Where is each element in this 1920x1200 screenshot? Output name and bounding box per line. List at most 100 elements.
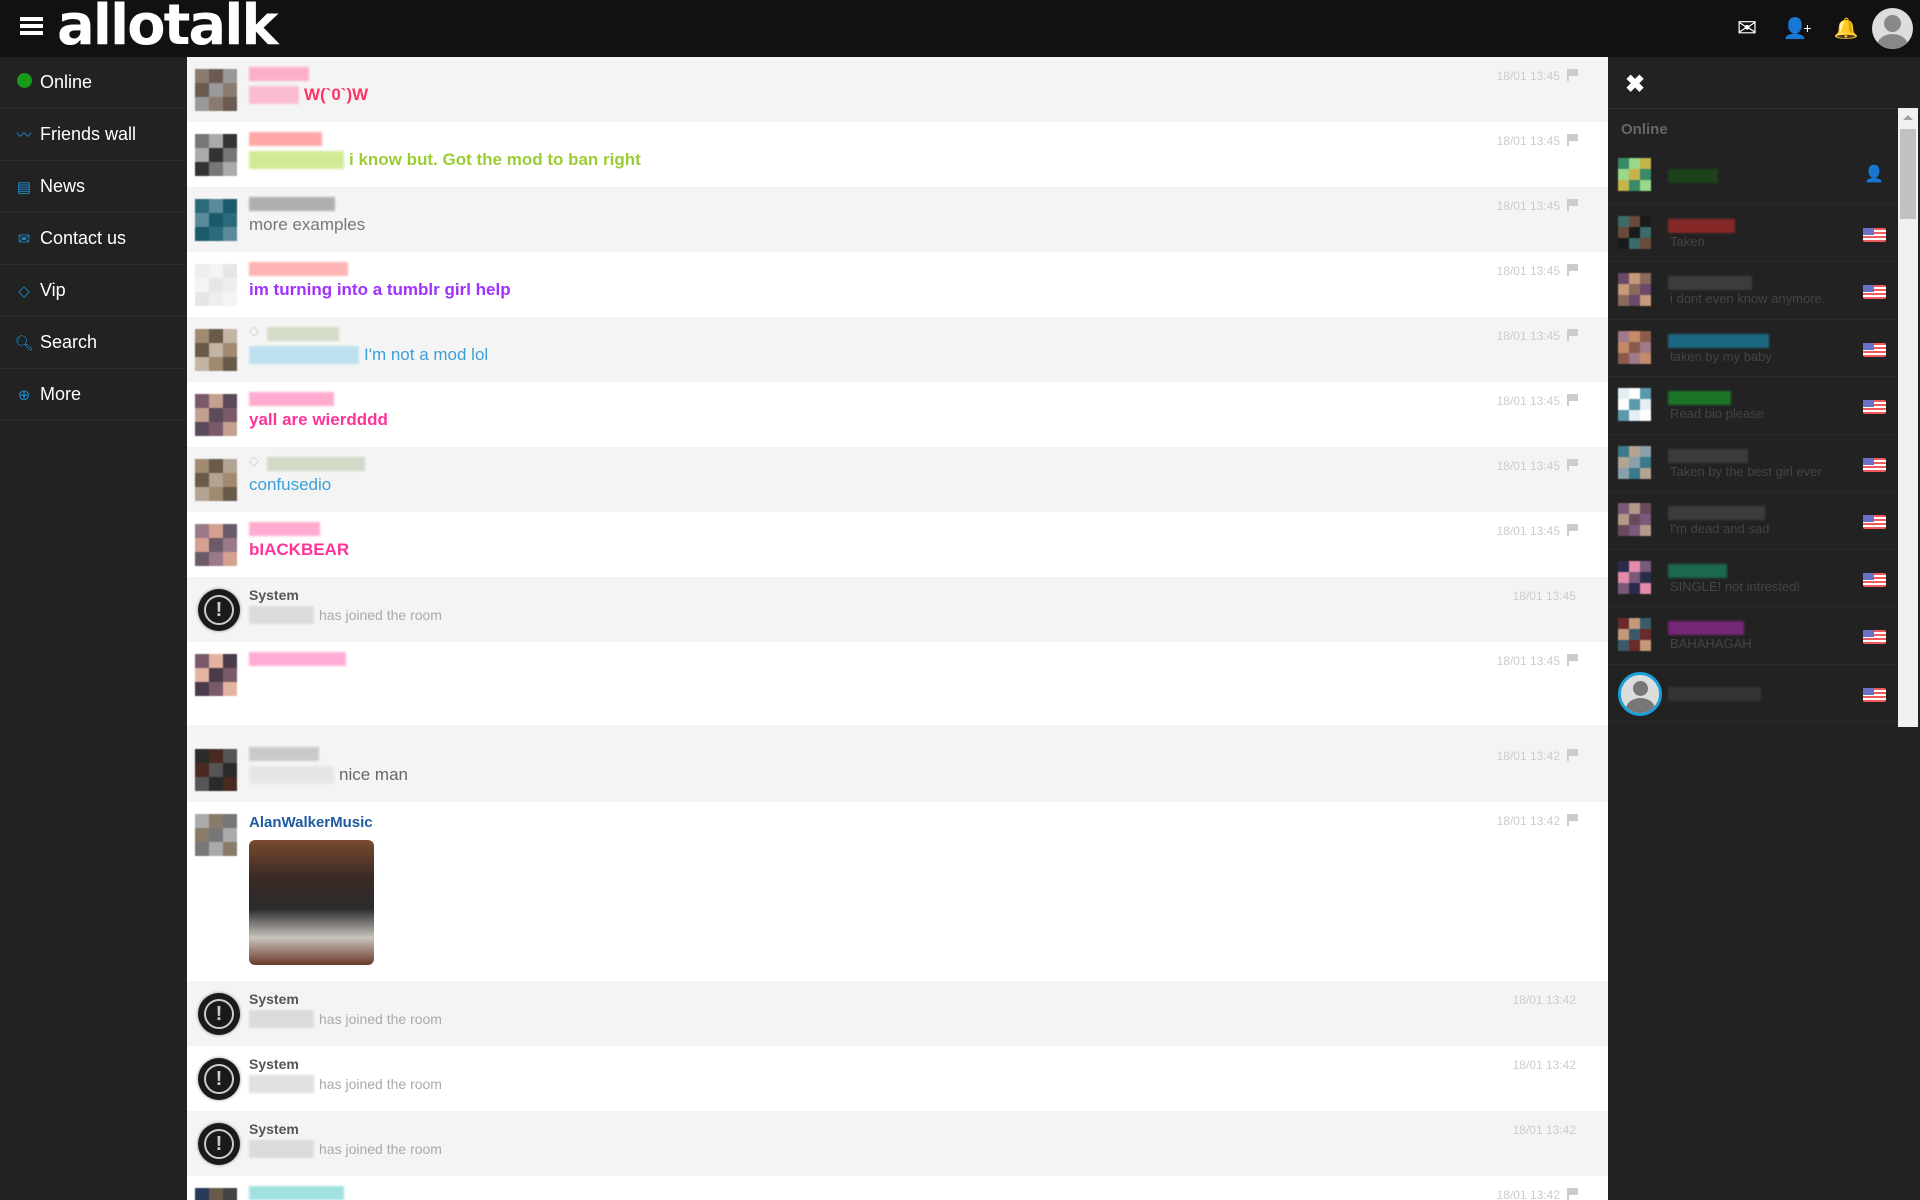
chat-message: im turning into a tumblr girl help 18/01 … bbox=[187, 252, 1608, 317]
sidebar-item-more[interactable]: ⊕ More bbox=[0, 369, 187, 421]
message-text: i know but. Got the mod to ban right bbox=[249, 150, 641, 170]
avatar[interactable] bbox=[195, 745, 237, 791]
user-list-item[interactable]: I'm dead and sad bbox=[1608, 492, 1898, 550]
default-avatar[interactable] bbox=[1618, 671, 1662, 716]
avatar[interactable] bbox=[195, 65, 237, 111]
diamond-icon: ◇ bbox=[249, 323, 259, 338]
scrollbar[interactable] bbox=[1898, 108, 1918, 727]
shared-image[interactable] bbox=[249, 840, 374, 965]
blurred-username[interactable] bbox=[267, 327, 339, 341]
avatar[interactable] bbox=[1618, 212, 1662, 262]
chat-message: bIACKBEAR 18/01 13:45 bbox=[187, 512, 1608, 577]
close-icon[interactable]: ✖ bbox=[1625, 70, 1645, 99]
avatar[interactable] bbox=[1618, 327, 1662, 377]
user-list-item[interactable]: Taken bbox=[1608, 205, 1898, 262]
system-alert-icon: ! bbox=[198, 1123, 240, 1165]
blurred-username[interactable] bbox=[249, 67, 309, 81]
add-user-icon[interactable]: 👤 + bbox=[1781, 12, 1813, 44]
scrollbar-thumb[interactable] bbox=[1900, 129, 1916, 219]
blurred-username bbox=[1668, 506, 1765, 520]
flag-icon[interactable] bbox=[1567, 329, 1578, 341]
blurred-username[interactable] bbox=[249, 197, 335, 211]
flag-icon[interactable] bbox=[1567, 654, 1578, 666]
avatar[interactable] bbox=[1618, 557, 1662, 607]
flag-icon[interactable] bbox=[1567, 69, 1578, 81]
user-list-item[interactable]: 👤 bbox=[1608, 147, 1898, 205]
envelope-icon[interactable]: ✉ bbox=[1731, 12, 1763, 44]
username[interactable]: AlanWalkerMusic bbox=[249, 814, 373, 831]
chat-message: more examples 18/01 13:45 bbox=[187, 187, 1608, 252]
timestamp: 18/01 13:45 bbox=[1496, 394, 1560, 408]
flag-icon[interactable] bbox=[1567, 134, 1578, 146]
flag-icon[interactable] bbox=[1567, 264, 1578, 276]
blurred-username[interactable] bbox=[249, 522, 320, 536]
timestamp: 18/01 13:45 bbox=[1496, 654, 1560, 668]
message-text: i know but. Got the mod to ban right bbox=[349, 150, 641, 169]
flag-icon[interactable] bbox=[1567, 524, 1578, 536]
sidebar-item-news[interactable]: ▤ News bbox=[0, 161, 187, 213]
sidebar-item-friends-wall[interactable]: 〰 Friends wall bbox=[0, 109, 187, 161]
avatar[interactable] bbox=[195, 1184, 237, 1200]
scroll-up-icon[interactable] bbox=[1903, 115, 1913, 120]
flag-icon[interactable] bbox=[1567, 394, 1578, 406]
username[interactable]: System bbox=[249, 991, 299, 1007]
avatar[interactable] bbox=[195, 260, 237, 306]
blurred-username[interactable] bbox=[249, 392, 334, 406]
username[interactable]: System bbox=[249, 587, 299, 603]
user-list-item[interactable]: SINGLE! not intrested! bbox=[1608, 550, 1898, 607]
flag-icon[interactable] bbox=[1567, 459, 1578, 471]
flag-icon[interactable] bbox=[1567, 199, 1578, 211]
username[interactable]: System bbox=[249, 1056, 299, 1072]
avatar[interactable] bbox=[195, 455, 237, 501]
avatar[interactable] bbox=[1618, 384, 1662, 434]
flag-icon[interactable] bbox=[1567, 1188, 1578, 1200]
blurred-username bbox=[249, 1075, 314, 1093]
avatar[interactable] bbox=[195, 325, 237, 371]
avatar[interactable] bbox=[1618, 442, 1662, 492]
user-list-item[interactable]: Taken by the best girl ever bbox=[1608, 435, 1898, 492]
message-text: bIACKBEAR bbox=[249, 540, 350, 559]
blurred-username[interactable] bbox=[249, 132, 322, 146]
avatar[interactable] bbox=[1618, 154, 1662, 204]
sidebar-item-vip[interactable]: ◇ Vip bbox=[0, 265, 187, 317]
divider bbox=[187, 725, 1608, 737]
user-list-item[interactable] bbox=[1608, 665, 1898, 722]
chat-message: 18/01 13:42 bbox=[187, 1176, 1608, 1200]
message-text: confusedio bbox=[249, 475, 332, 494]
blurred-username[interactable] bbox=[249, 747, 319, 761]
sidebar-item-search[interactable]: 🔍︎ Search bbox=[0, 317, 187, 369]
avatar[interactable] bbox=[195, 390, 237, 436]
message-text: im turning into a tumblr girl help bbox=[249, 280, 511, 299]
blurred-username[interactable] bbox=[267, 457, 365, 471]
message-text: has joined the room bbox=[249, 1010, 442, 1028]
blurred-username[interactable] bbox=[249, 262, 348, 276]
avatar[interactable] bbox=[1872, 8, 1913, 49]
us-flag-icon bbox=[1863, 227, 1886, 242]
user-list-item[interactable]: Read bio please bbox=[1608, 377, 1898, 435]
avatar[interactable] bbox=[1618, 269, 1662, 319]
flag-icon[interactable] bbox=[1567, 814, 1578, 826]
logo[interactable]: allotalk bbox=[57, 0, 279, 56]
username[interactable]: System bbox=[249, 1121, 299, 1137]
avatar[interactable] bbox=[195, 520, 237, 566]
user-list-item[interactable]: BAHAHAGAH bbox=[1608, 607, 1898, 665]
us-flag-icon bbox=[1863, 515, 1886, 529]
bell-icon[interactable]: 🔔 bbox=[1830, 12, 1862, 44]
system-message: ! System has joined the room 18/01 13:42 bbox=[187, 1046, 1608, 1111]
user-list-item[interactable]: taken by my baby bbox=[1608, 320, 1898, 377]
blurred-mention bbox=[249, 86, 299, 104]
flag-icon[interactable] bbox=[1567, 749, 1578, 761]
avatar[interactable] bbox=[195, 810, 237, 856]
avatar[interactable] bbox=[195, 195, 237, 241]
sidebar-item-contact-us[interactable]: ✉ Contact us bbox=[0, 213, 187, 265]
blurred-username[interactable] bbox=[249, 1186, 344, 1200]
chat-messages[interactable]: W(`0`)W 18/01 13:45 i know but. Got the mo… bbox=[187, 57, 1608, 1200]
avatar[interactable] bbox=[1618, 499, 1662, 549]
avatar[interactable] bbox=[195, 650, 237, 696]
blurred-username[interactable] bbox=[249, 652, 346, 666]
avatar[interactable] bbox=[195, 130, 237, 176]
user-list-item[interactable]: i dont even know anymore. bbox=[1608, 262, 1898, 320]
sidebar-item-online[interactable]: Online bbox=[0, 57, 187, 109]
menu-icon[interactable] bbox=[20, 17, 43, 35]
avatar[interactable] bbox=[1618, 614, 1662, 664]
